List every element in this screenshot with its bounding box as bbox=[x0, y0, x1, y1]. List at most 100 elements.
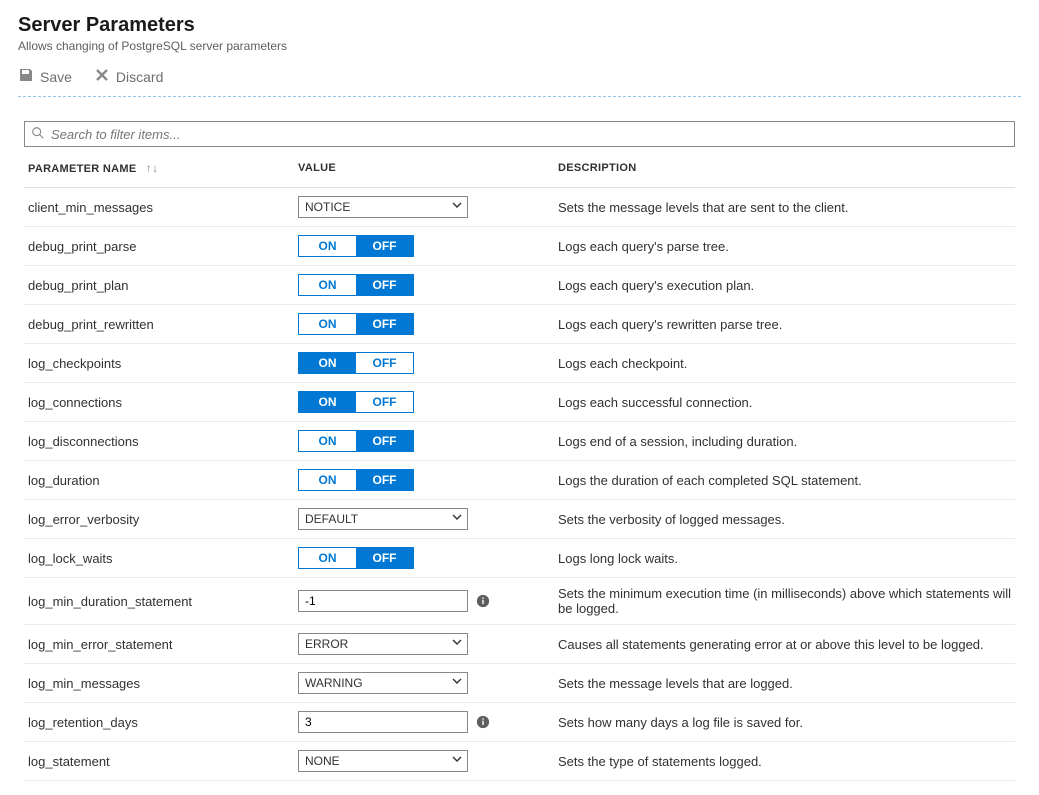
toggle-off[interactable]: OFF bbox=[356, 548, 413, 568]
chevron-down-icon bbox=[451, 509, 463, 529]
param-select-value: NOTICE bbox=[305, 200, 350, 214]
param-value-cell: ONOFF bbox=[294, 305, 554, 344]
param-description: Logs long lock waits. bbox=[554, 539, 1015, 578]
param-toggle[interactable]: ONOFF bbox=[298, 235, 414, 257]
param-toggle[interactable]: ONOFF bbox=[298, 274, 414, 296]
col-header-name[interactable]: PARAMETER NAME ↑↓ bbox=[24, 147, 294, 188]
param-name: log_min_messages bbox=[24, 664, 294, 703]
param-description: Logs end of a session, including duratio… bbox=[554, 422, 1015, 461]
param-value-cell: ONOFF bbox=[294, 344, 554, 383]
search-icon bbox=[31, 126, 45, 143]
param-value-cell: DEFAULT bbox=[294, 500, 554, 539]
toggle-off[interactable]: OFF bbox=[356, 470, 413, 490]
param-toggle[interactable]: ONOFF bbox=[298, 430, 414, 452]
toggle-on[interactable]: ON bbox=[299, 353, 356, 373]
info-icon bbox=[476, 715, 490, 729]
toggle-on[interactable]: ON bbox=[299, 548, 356, 568]
param-value-cell: ONOFF bbox=[294, 266, 554, 305]
param-description: Sets the type of statements logged. bbox=[554, 742, 1015, 781]
col-header-value[interactable]: VALUE bbox=[294, 147, 554, 188]
param-description: Logs each query's parse tree. bbox=[554, 227, 1015, 266]
param-name: debug_print_plan bbox=[24, 266, 294, 305]
table-row: log_connectionsONOFFLogs each successful… bbox=[24, 383, 1015, 422]
toggle-off[interactable]: OFF bbox=[356, 392, 413, 412]
save-icon bbox=[18, 67, 34, 86]
toggle-on[interactable]: ON bbox=[299, 431, 356, 451]
table-row: log_checkpointsONOFFLogs each checkpoint… bbox=[24, 344, 1015, 383]
param-description: Causes all statements generating error a… bbox=[554, 625, 1015, 664]
param-name: debug_print_rewritten bbox=[24, 305, 294, 344]
chevron-down-icon bbox=[451, 751, 463, 771]
toggle-on[interactable]: ON bbox=[299, 392, 356, 412]
toggle-on[interactable]: ON bbox=[299, 314, 356, 334]
param-description: Sets the verbosity of logged messages. bbox=[554, 500, 1015, 539]
table-row: log_error_verbosity DEFAULT Sets the verbo… bbox=[24, 500, 1015, 539]
param-select-value: NONE bbox=[305, 754, 340, 768]
param-select-value: ERROR bbox=[305, 637, 348, 651]
param-name: client_min_messages bbox=[24, 188, 294, 227]
toolbar: Save Discard bbox=[18, 67, 1021, 97]
param-input[interactable] bbox=[298, 711, 468, 733]
table-row: debug_print_planONOFF Logs each query's e… bbox=[24, 266, 1015, 305]
page-subtitle: Allows changing of PostgreSQL server par… bbox=[18, 39, 1021, 53]
param-input[interactable] bbox=[298, 590, 468, 612]
toggle-off[interactable]: OFF bbox=[356, 314, 413, 334]
param-toggle[interactable]: ONOFF bbox=[298, 391, 414, 413]
param-description: Logs each checkpoint. bbox=[554, 344, 1015, 383]
toggle-off[interactable]: OFF bbox=[356, 275, 413, 295]
param-value-cell bbox=[294, 703, 554, 742]
toggle-off[interactable]: OFF bbox=[356, 353, 413, 373]
chevron-down-icon bbox=[451, 673, 463, 693]
param-toggle[interactable]: ONOFF bbox=[298, 352, 414, 374]
discard-button[interactable]: Discard bbox=[94, 67, 163, 86]
param-select-value: WARNING bbox=[305, 676, 363, 690]
param-name: log_disconnections bbox=[24, 422, 294, 461]
save-label: Save bbox=[40, 69, 72, 85]
col-header-description[interactable]: DESCRIPTION bbox=[554, 147, 1015, 188]
table-row: log_min_duration_statementSets the minim… bbox=[24, 578, 1015, 625]
param-value-cell bbox=[294, 578, 554, 625]
col-header-value-label: VALUE bbox=[298, 162, 336, 174]
param-name: debug_print_parse bbox=[24, 227, 294, 266]
toggle-off[interactable]: OFF bbox=[356, 431, 413, 451]
param-value-cell: WARNING bbox=[294, 664, 554, 703]
param-description: Logs each query's execution plan. bbox=[554, 266, 1015, 305]
param-name: log_lock_waits bbox=[24, 539, 294, 578]
param-toggle[interactable]: ONOFF bbox=[298, 313, 414, 335]
param-select[interactable]: WARNING bbox=[298, 672, 468, 694]
param-toggle[interactable]: ONOFF bbox=[298, 469, 414, 491]
param-description: Sets the message levels that are logged. bbox=[554, 664, 1015, 703]
param-toggle[interactable]: ONOFF bbox=[298, 547, 414, 569]
param-select[interactable]: NOTICE bbox=[298, 196, 468, 218]
param-value-cell: ONOFF bbox=[294, 539, 554, 578]
chevron-down-icon bbox=[451, 634, 463, 654]
table-row: client_min_messagesNOTICESets the messag… bbox=[24, 188, 1015, 227]
param-name: log_min_error_statement bbox=[24, 625, 294, 664]
param-select[interactable]: NONE bbox=[298, 750, 468, 772]
search-input[interactable] bbox=[51, 127, 1008, 142]
toggle-off[interactable]: OFF bbox=[356, 236, 413, 256]
close-icon bbox=[94, 67, 110, 86]
table-row: log_lock_waitsONOFF Logs long lock waits. bbox=[24, 539, 1015, 578]
table-row: debug_print_parseONOFF Logs each query's … bbox=[24, 227, 1015, 266]
param-description: Logs the duration of each completed SQL … bbox=[554, 461, 1015, 500]
param-select[interactable]: ERROR bbox=[298, 633, 468, 655]
toggle-on[interactable]: ON bbox=[299, 236, 356, 256]
table-row: log_statement NONE Sets the type of statem… bbox=[24, 742, 1015, 781]
save-button[interactable]: Save bbox=[18, 67, 72, 86]
toggle-on[interactable]: ON bbox=[299, 470, 356, 490]
table-row: log_retention_daysSets how many days a l… bbox=[24, 703, 1015, 742]
param-description: Logs each query's rewritten parse tree. bbox=[554, 305, 1015, 344]
param-value-cell: NOTICE bbox=[294, 188, 554, 227]
param-value-cell: ONOFF bbox=[294, 461, 554, 500]
table-row: log_min_error_statement ERROR Causes all s… bbox=[24, 625, 1015, 664]
param-value-cell: ONOFF bbox=[294, 227, 554, 266]
param-select[interactable]: DEFAULT bbox=[298, 508, 468, 530]
param-name: log_error_verbosity bbox=[24, 500, 294, 539]
toggle-on[interactable]: ON bbox=[299, 275, 356, 295]
parameters-table: PARAMETER NAME ↑↓ VALUE DESCRIPTION clie… bbox=[24, 147, 1015, 781]
table-row: log_min_messages WARNING Sets the message … bbox=[24, 664, 1015, 703]
param-select-value: DEFAULT bbox=[305, 512, 358, 526]
param-name: log_statement bbox=[24, 742, 294, 781]
search-input-wrap[interactable] bbox=[24, 121, 1015, 147]
